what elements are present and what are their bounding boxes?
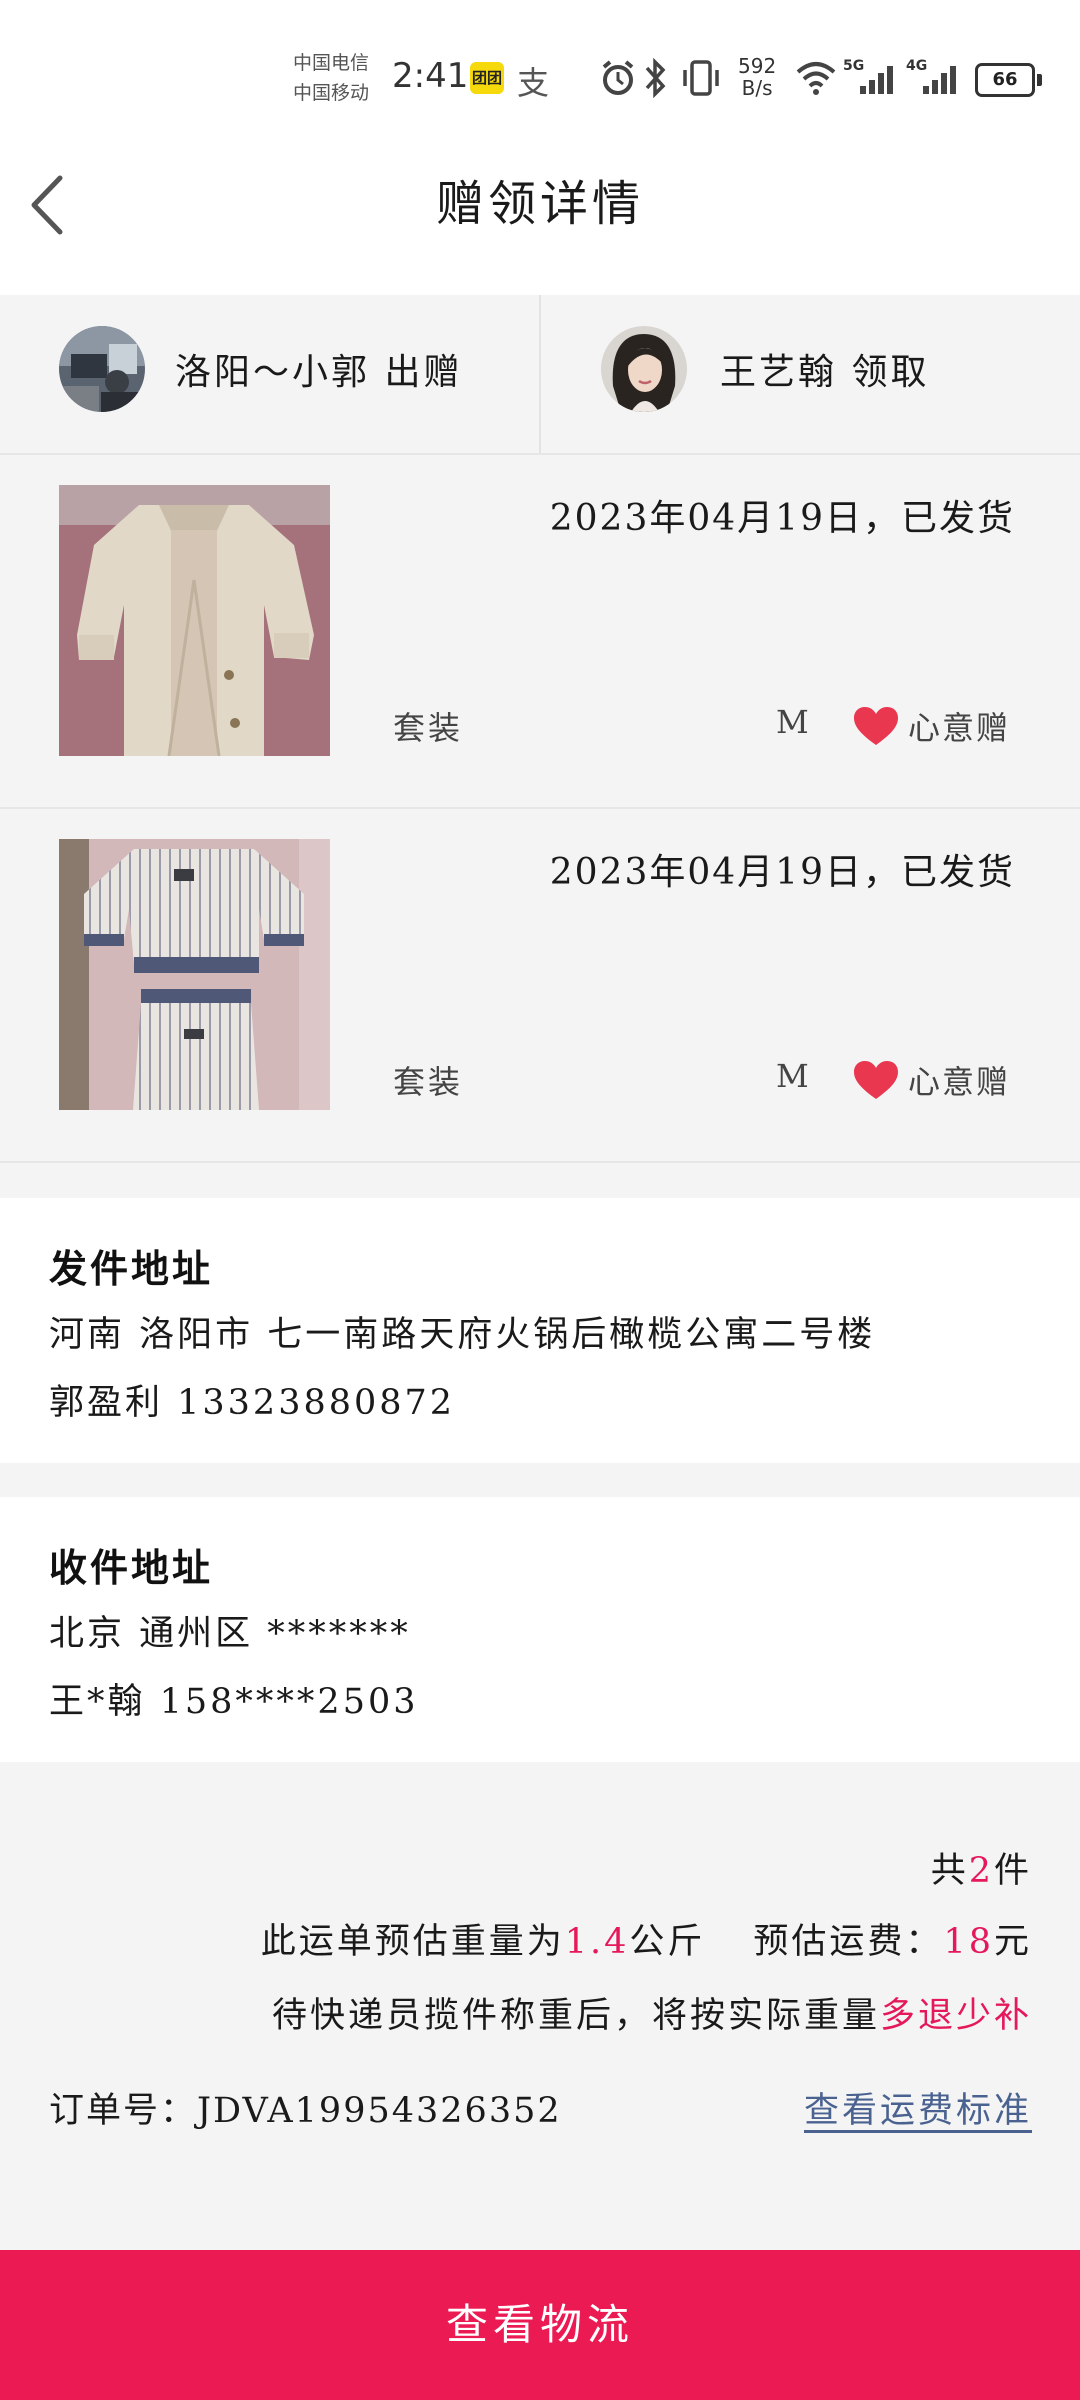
receiver-avatar[interactable] bbox=[601, 326, 687, 412]
carrier-2: 中国移动 bbox=[293, 82, 370, 104]
item-ship-date: 2023年04月19日，已发货 bbox=[549, 852, 1015, 893]
signal-4g-icon bbox=[923, 66, 956, 94]
item-count-value: 2 bbox=[968, 1851, 994, 1891]
sender-address-title: 发件地址 bbox=[49, 1246, 214, 1291]
item-count: 共2件 bbox=[931, 1842, 1032, 1893]
bluetooth-icon bbox=[645, 58, 666, 98]
item-photo[interactable] bbox=[59, 839, 330, 1110]
sender-address-card: 发件地址 河南 洛阳市 七一南路天府火锅后橄榄公寓二号楼 郭盈利 1332388… bbox=[0, 1198, 1080, 1463]
status-time: 2:41 bbox=[392, 56, 469, 96]
weighing-note-text: 待快递员揽件称重后，将按实际重量 bbox=[271, 1996, 880, 2036]
order-number-value: JDVA19954326352 bbox=[197, 2091, 562, 2131]
heart-icon bbox=[854, 1061, 898, 1099]
fee-value: 18 bbox=[943, 1922, 994, 1962]
item-size: M bbox=[776, 703, 809, 741]
weight-unit: 公斤 bbox=[629, 1922, 706, 1962]
giver-label[interactable]: 洛阳～小郭 出赠 bbox=[175, 343, 462, 395]
item-category: 套装 bbox=[393, 1063, 464, 1101]
carrier-1: 中国电信 bbox=[293, 52, 370, 74]
item-size: M bbox=[776, 1057, 809, 1095]
speed-unit: B/s bbox=[741, 76, 773, 100]
heart-icon bbox=[854, 707, 898, 745]
receiver-label[interactable]: 王艺翰 领取 bbox=[720, 343, 929, 395]
weight-fee-line: 此运单预估重量为1.4公斤 预估运费：18元 bbox=[261, 1913, 1032, 1964]
battery-icon: 66 bbox=[975, 63, 1042, 97]
item-ship-date: 2023年04月19日，已发货 bbox=[549, 498, 1015, 539]
weighing-note-highlight: 多退少补 bbox=[879, 1996, 1032, 2036]
meituan-app-icon: 团团 bbox=[470, 62, 504, 94]
users-divider bbox=[539, 295, 541, 453]
receiver-address-title: 收件地址 bbox=[49, 1545, 214, 1590]
sender-contact: 郭盈利 13323880872 bbox=[49, 1383, 456, 1423]
users-row: 洛阳～小郭 出赠 王艺翰 领取 bbox=[0, 295, 1080, 455]
vibrate-icon bbox=[683, 60, 719, 96]
view-logistics-button[interactable]: 查看物流 bbox=[0, 2250, 1080, 2400]
order-number-label: 订单号： bbox=[49, 2091, 198, 2131]
alarm-icon bbox=[602, 60, 634, 95]
gift-item[interactable]: 2023年04月19日，已发货 套装 M 心意赠 bbox=[0, 455, 1080, 809]
fee-unit: 元 bbox=[993, 1922, 1032, 1962]
receiver-avatar-image bbox=[601, 326, 687, 412]
speed-value: 592 bbox=[738, 54, 777, 78]
item-gift-type: 心意赠 bbox=[908, 1063, 1011, 1101]
gift-item[interactable]: 2023年04月19日，已发货 套装 M 心意赠 bbox=[0, 809, 1080, 1163]
weighing-note: 待快递员揽件称重后，将按实际重量多退少补 bbox=[272, 1987, 1032, 2038]
item-photo-suit-beige bbox=[59, 485, 330, 756]
sender-address: 河南 洛阳市 七一南路天府火锅后橄榄公寓二号楼 bbox=[49, 1315, 876, 1355]
giver-avatar[interactable] bbox=[59, 326, 145, 412]
status-bar: 中国电信 中国移动 2:41 团团 支 592 B/s 5G 4G 66 bbox=[0, 0, 1080, 150]
item-gift-type: 心意赠 bbox=[908, 709, 1011, 747]
carrier-labels: 中国电信 中国移动 bbox=[293, 48, 369, 108]
network-speed: 592 B/s bbox=[738, 55, 776, 99]
order-number: 订单号：JDVA19954326352 bbox=[49, 2082, 562, 2133]
top-nav-bar: 赠领详情 bbox=[0, 150, 1080, 295]
giver-avatar-image bbox=[59, 326, 145, 412]
page-title: 赠领详情 bbox=[435, 176, 644, 232]
weight-value: 1.4 bbox=[564, 1922, 630, 1962]
item-count-suffix: 件 bbox=[993, 1851, 1032, 1891]
fee-standard-link[interactable]: 查看运费标准 bbox=[804, 2082, 1032, 2133]
wifi-icon bbox=[796, 62, 836, 95]
fee-label: 预估运费： bbox=[753, 1922, 944, 1962]
weight-label: 此运单预估重量为 bbox=[260, 1922, 565, 1962]
item-count-prefix: 共 bbox=[930, 1851, 969, 1891]
signal-5g-icon bbox=[860, 66, 893, 94]
receiver-address: 北京 通州区 ******* bbox=[49, 1614, 411, 1654]
item-category: 套装 bbox=[393, 709, 464, 747]
receiver-address-card: 收件地址 北京 通州区 ******* 王*翰 158****2503 bbox=[0, 1497, 1080, 1762]
alipay-icon: 支 bbox=[517, 64, 550, 102]
receiver-contact: 王*翰 158****2503 bbox=[49, 1682, 419, 1722]
item-photo-suit-striped bbox=[59, 839, 330, 1110]
item-photo[interactable] bbox=[59, 485, 330, 756]
